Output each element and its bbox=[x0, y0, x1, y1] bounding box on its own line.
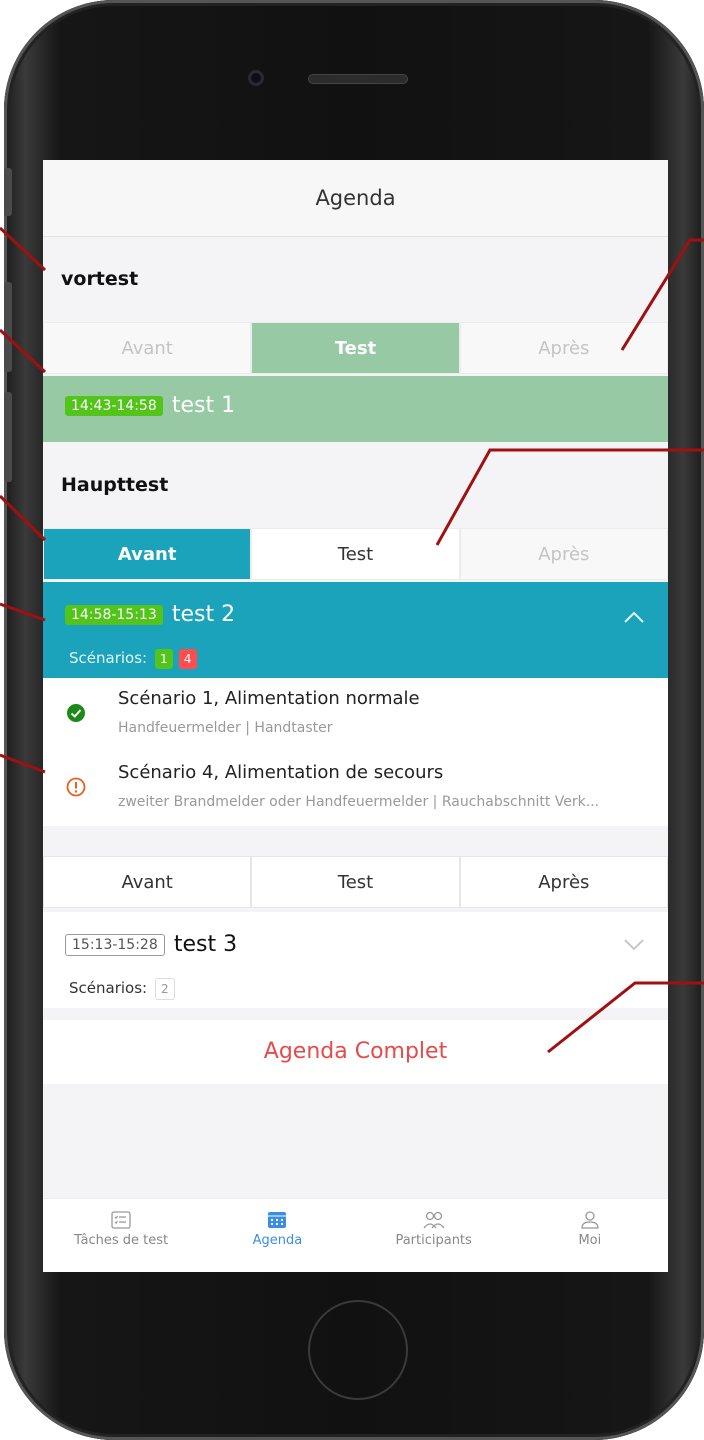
tab-agenda[interactable]: Agenda bbox=[199, 1199, 355, 1272]
tab-apres[interactable]: Après bbox=[459, 322, 668, 374]
user-icon bbox=[581, 1211, 599, 1229]
scenario-count: 2 bbox=[154, 978, 175, 1000]
time-badge: 15:13-15:28 bbox=[65, 933, 165, 956]
tab-taches-de-test[interactable]: Tâches de test bbox=[43, 1199, 199, 1272]
tab-test[interactable]: Test bbox=[251, 528, 460, 580]
agenda-item-test3[interactable]: 15:13-15:28 test 3 Scénarios: 2 bbox=[43, 912, 668, 1008]
volume-up-button bbox=[4, 282, 12, 372]
home-button[interactable] bbox=[308, 1300, 408, 1400]
time-badge: 14:58-15:13 bbox=[65, 604, 163, 625]
check-circle-icon bbox=[67, 704, 85, 722]
tab-avant[interactable]: Avant bbox=[43, 856, 252, 908]
tab-apres[interactable]: Après bbox=[459, 528, 668, 580]
phase-tabs-vortest: Avant Test Après bbox=[43, 322, 668, 374]
chevron-down-icon[interactable] bbox=[623, 938, 645, 952]
tab-label: Agenda bbox=[252, 1233, 303, 1248]
mute-switch bbox=[4, 168, 12, 216]
tab-test[interactable]: Test bbox=[251, 856, 460, 908]
tab-participants[interactable]: Participants bbox=[356, 1199, 512, 1272]
section-title-vortest: vortest bbox=[61, 268, 139, 290]
volume-down-button bbox=[4, 392, 12, 482]
chevron-up-icon[interactable] bbox=[623, 610, 645, 624]
scenario-ok-count: 1 bbox=[154, 649, 173, 669]
speaker-grille bbox=[308, 74, 408, 84]
scenario-item-4[interactable]: Scénario 4, Alimentation de secours zwei… bbox=[43, 752, 668, 826]
agenda-complete-button[interactable]: Agenda Complet bbox=[43, 1020, 668, 1084]
tab-apres[interactable]: Après bbox=[459, 856, 668, 908]
item-title: test 2 bbox=[171, 602, 236, 627]
page-title: Agenda bbox=[43, 160, 668, 237]
phase-tabs-haupttest: Avant Test Après bbox=[43, 528, 668, 580]
people-icon bbox=[423, 1211, 445, 1229]
tab-moi[interactable]: Moi bbox=[512, 1199, 668, 1272]
scenario-title: Scénario 1, Alimentation normale bbox=[118, 688, 420, 709]
time-badge: 14:43-14:58 bbox=[65, 395, 163, 416]
tab-test[interactable]: Test bbox=[251, 322, 460, 374]
scenario-subtitle: Handfeuermelder | Handtaster bbox=[118, 720, 333, 736]
item-title: test 3 bbox=[173, 932, 238, 957]
tab-label: Moi bbox=[578, 1233, 602, 1248]
camera-icon bbox=[248, 70, 264, 86]
scenario-subtitle: zweiter Brandmelder oder Handfeuermelder… bbox=[118, 794, 600, 810]
app-screen: Agenda vortest Avant Test Après 14:43-14… bbox=[43, 160, 668, 1272]
phase-tabs-section3: Avant Test Après bbox=[43, 856, 668, 908]
scenario-warning-count: 4 bbox=[178, 649, 197, 669]
tab-avant[interactable]: Avant bbox=[43, 528, 252, 580]
item-title: test 1 bbox=[171, 393, 236, 418]
agenda-item-test2[interactable]: 14:58-15:13 test 2 Scénarios: 1 4 bbox=[43, 582, 668, 678]
bottom-tab-bar: Tâches de test Agenda Participants Moi bbox=[43, 1198, 668, 1272]
section-title-haupttest: Haupttest bbox=[61, 474, 169, 496]
scenario-item-1[interactable]: Scénario 1, Alimentation normale Handfeu… bbox=[43, 678, 668, 753]
calendar-icon bbox=[268, 1212, 287, 1228]
tab-label: Tâches de test bbox=[74, 1233, 169, 1248]
scenarios-label: Scénarios: bbox=[69, 979, 148, 997]
scenarios-label: Scénarios: bbox=[69, 649, 148, 667]
agenda-item-test1[interactable]: 14:43-14:58 test 1 bbox=[43, 376, 668, 442]
warning-circle-icon bbox=[66, 777, 86, 797]
tab-label: Participants bbox=[395, 1233, 472, 1248]
tab-avant[interactable]: Avant bbox=[43, 322, 252, 374]
checklist-icon bbox=[111, 1211, 131, 1229]
scenario-title: Scénario 4, Alimentation de secours bbox=[118, 762, 444, 783]
